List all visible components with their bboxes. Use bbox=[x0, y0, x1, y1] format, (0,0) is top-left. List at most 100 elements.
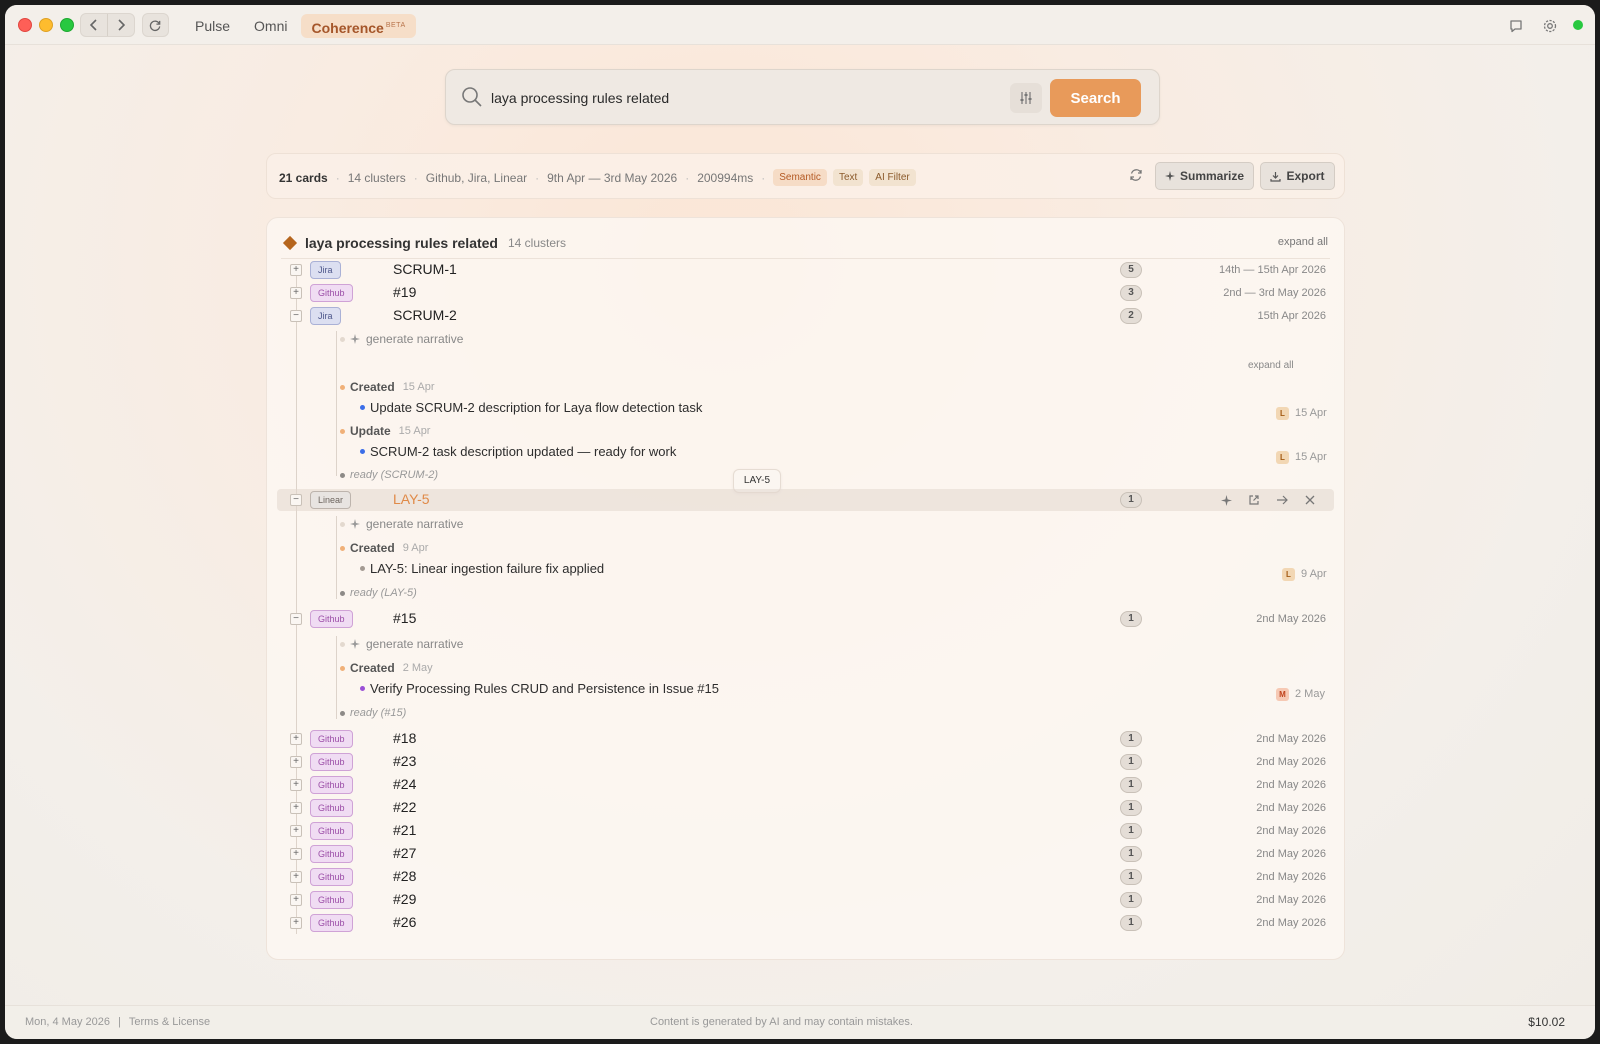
open-external-icon[interactable] bbox=[1246, 492, 1262, 508]
cluster-title[interactable]: #19 bbox=[393, 284, 416, 300]
cluster-row[interactable]: + Github #18 1 2nd May 2026 bbox=[277, 728, 1334, 750]
expand-toggle[interactable]: + bbox=[290, 802, 302, 814]
cluster-title[interactable]: #29 bbox=[393, 891, 416, 907]
source-badge: Github bbox=[310, 914, 353, 932]
expand-all-link[interactable]: expand all bbox=[1278, 236, 1328, 248]
event-label: Update bbox=[350, 424, 391, 438]
sparkle-icon[interactable] bbox=[1218, 492, 1234, 508]
zoom-window-button[interactable] bbox=[60, 18, 74, 32]
cluster-date: 2nd May 2026 bbox=[1256, 848, 1326, 860]
card-count-badge: 1 bbox=[1120, 823, 1142, 839]
tab-omni[interactable]: Omni bbox=[244, 14, 297, 38]
avatar: L bbox=[1276, 407, 1289, 420]
summarize-label: Summarize bbox=[1179, 169, 1245, 183]
close-window-button[interactable] bbox=[18, 18, 32, 32]
nav-group bbox=[80, 13, 135, 37]
reload-button[interactable] bbox=[142, 13, 169, 37]
expand-toggle[interactable]: + bbox=[290, 756, 302, 768]
cluster-title[interactable]: #21 bbox=[393, 822, 416, 838]
search-bar: Search bbox=[445, 69, 1160, 125]
cluster-row[interactable]: + Github #23 1 2nd May 2026 bbox=[277, 751, 1334, 773]
cluster-row[interactable]: + Github #28 1 2nd May 2026 bbox=[277, 866, 1334, 888]
cluster-title[interactable]: SCRUM-1 bbox=[393, 261, 457, 277]
export-button[interactable]: Export bbox=[1260, 162, 1335, 190]
forward-button[interactable] bbox=[107, 14, 134, 36]
gear-icon[interactable] bbox=[1541, 17, 1559, 35]
results-cluster-count: 14 clusters bbox=[507, 236, 567, 250]
expand-toggle[interactable]: + bbox=[290, 917, 302, 929]
generate-narrative-label: generate narrative bbox=[366, 517, 464, 531]
generate-narrative-link[interactable]: generate narrative bbox=[340, 332, 463, 346]
cluster-date: 2nd May 2026 bbox=[1256, 871, 1326, 883]
cluster-row[interactable]: + Github #29 1 2nd May 2026 bbox=[277, 889, 1334, 911]
cluster-row[interactable]: − Github #15 1 2nd May 2026 bbox=[277, 608, 1334, 630]
summarize-button[interactable]: Summarize bbox=[1155, 162, 1254, 190]
close-icon[interactable] bbox=[1302, 492, 1318, 508]
cluster-title[interactable]: SCRUM-2 bbox=[393, 307, 457, 323]
tab-pulse[interactable]: Pulse bbox=[185, 14, 240, 38]
card-item[interactable]: Verify Processing Rules CRUD and Persist… bbox=[360, 681, 719, 696]
source-badge: Linear bbox=[310, 491, 352, 509]
expand-all-link[interactable]: expand all bbox=[1248, 360, 1294, 371]
cluster-title[interactable]: #28 bbox=[393, 868, 416, 884]
cluster-title[interactable]: #18 bbox=[393, 730, 416, 746]
expand-toggle[interactable]: + bbox=[290, 848, 302, 860]
avatar: M bbox=[1276, 688, 1289, 701]
tree-node bbox=[340, 521, 345, 527]
tab-coherence[interactable]: Coherence BETA bbox=[301, 14, 416, 38]
cluster-date: 2nd May 2026 bbox=[1256, 802, 1326, 814]
search-button[interactable]: Search bbox=[1050, 79, 1141, 117]
expand-toggle[interactable]: + bbox=[290, 779, 302, 791]
generate-narrative-link[interactable]: generate narrative bbox=[340, 517, 463, 531]
mode-chip-text: Text bbox=[832, 169, 864, 186]
cluster-date: 2nd May 2026 bbox=[1256, 613, 1326, 625]
terms-link[interactable]: Terms & License bbox=[129, 1016, 210, 1028]
arrow-right-icon[interactable] bbox=[1274, 492, 1290, 508]
cluster-row[interactable]: − Jira SCRUM-2 2 15th Apr 2026 bbox=[277, 305, 1334, 327]
event-dot bbox=[340, 428, 345, 434]
cluster-title[interactable]: #27 bbox=[393, 845, 416, 861]
cluster-title[interactable]: #24 bbox=[393, 776, 416, 792]
cluster-row-selected[interactable]: − Linear LAY-5 1 bbox=[277, 489, 1334, 511]
cluster-title[interactable]: #26 bbox=[393, 914, 416, 930]
collapse-toggle[interactable]: − bbox=[290, 613, 302, 625]
cluster-row[interactable]: + Github #24 1 2nd May 2026 bbox=[277, 774, 1334, 796]
search-filters-button[interactable] bbox=[1010, 83, 1042, 113]
card-item[interactable]: SCRUM-2 task description updated — ready… bbox=[360, 444, 676, 459]
expand-toggle[interactable]: + bbox=[290, 894, 302, 906]
cluster-row[interactable]: + Github #22 1 2nd May 2026 bbox=[277, 797, 1334, 819]
collapse-toggle[interactable]: − bbox=[290, 310, 302, 322]
cluster-date: 2nd May 2026 bbox=[1256, 917, 1326, 929]
source-list: Github, Jira, Linear bbox=[425, 170, 528, 185]
cluster-row[interactable]: + Github #27 1 2nd May 2026 bbox=[277, 843, 1334, 865]
event-label: Created bbox=[350, 541, 395, 555]
minimize-window-button[interactable] bbox=[39, 18, 53, 32]
event-date: 15 Apr bbox=[402, 381, 435, 393]
cluster-title[interactable]: #22 bbox=[393, 799, 416, 815]
card-date: 2 May bbox=[1295, 688, 1325, 700]
cluster-title[interactable]: #23 bbox=[393, 753, 416, 769]
expand-toggle[interactable]: + bbox=[290, 264, 302, 276]
expand-toggle[interactable]: + bbox=[290, 825, 302, 837]
back-button[interactable] bbox=[81, 14, 107, 36]
cluster-row[interactable]: + Github #21 1 2nd May 2026 bbox=[277, 820, 1334, 842]
expand-toggle[interactable]: + bbox=[290, 871, 302, 883]
cluster-date: 2nd May 2026 bbox=[1256, 779, 1326, 791]
chat-icon[interactable] bbox=[1507, 17, 1525, 35]
search-input[interactable] bbox=[491, 82, 991, 114]
cluster-title[interactable]: LAY-5 bbox=[393, 491, 430, 507]
refresh-results-button[interactable] bbox=[1129, 168, 1143, 187]
cluster-row[interactable]: + Jira SCRUM-1 5 14th — 15th Apr 2026 bbox=[277, 259, 1334, 281]
card-item[interactable]: LAY-5: Linear ingestion failure fix appl… bbox=[360, 561, 604, 576]
cluster-title[interactable]: #15 bbox=[393, 610, 416, 626]
sparkle-icon bbox=[350, 639, 360, 649]
collapse-toggle[interactable]: − bbox=[290, 494, 302, 506]
card-count-badge: 1 bbox=[1120, 611, 1142, 627]
expand-toggle[interactable]: + bbox=[290, 287, 302, 299]
cluster-row[interactable]: + Github #19 3 2nd — 3rd May 2026 bbox=[277, 282, 1334, 304]
cluster-row[interactable]: + Github #26 1 2nd May 2026 bbox=[277, 912, 1334, 934]
card-item[interactable]: Update SCRUM-2 description for Laya flow… bbox=[360, 400, 702, 415]
generate-narrative-link[interactable]: generate narrative bbox=[340, 637, 463, 651]
card-count-badge: 1 bbox=[1120, 754, 1142, 770]
expand-toggle[interactable]: + bbox=[290, 733, 302, 745]
